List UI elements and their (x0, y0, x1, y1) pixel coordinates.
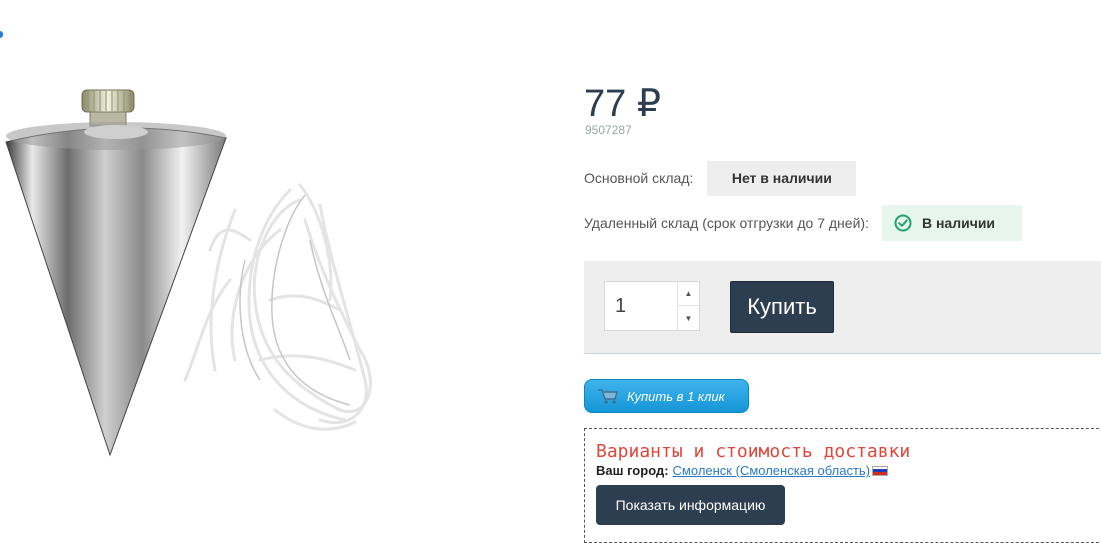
quantity-decrement-button[interactable]: ▼ (678, 306, 699, 330)
check-circle-icon (894, 214, 912, 232)
quantity-input[interactable] (605, 282, 679, 330)
buy-panel: ▲ ▼ Купить (584, 261, 1101, 354)
russia-flag-icon (872, 465, 889, 476)
remote-warehouse-row: Удаленный склад (срок отгрузки до 7 дней… (584, 205, 1022, 241)
main-warehouse-row: Основной склад: Нет в наличии (584, 160, 857, 196)
in-stock-label: В наличии (921, 215, 996, 231)
buy-one-click-button[interactable]: Купить в 1 клик (584, 379, 749, 413)
delivery-title: Варианты и стоимость доставки (596, 441, 911, 462)
buy-one-click-label: Купить в 1 клик (627, 388, 725, 404)
cart-icon (598, 389, 618, 404)
triangle-up-icon: ▲ (684, 289, 693, 298)
carousel-indicator (0, 31, 3, 38)
main-warehouse-label: Основной склад: (584, 170, 694, 186)
product-image[interactable] (0, 60, 400, 500)
out-of-stock-badge: Нет в наличии (707, 160, 857, 196)
quantity-spinner: ▲ ▼ (677, 282, 699, 330)
show-info-button[interactable]: Показать информацию (596, 485, 785, 525)
delivery-info-box: Варианты и стоимость доставки Ваш город:… (584, 428, 1101, 543)
remote-warehouse-label: Удаленный склад (срок отгрузки до 7 дней… (584, 215, 869, 231)
buy-button[interactable]: Купить (730, 281, 834, 333)
product-price: 77 ₽ (584, 83, 662, 125)
triangle-down-icon: ▼ (684, 313, 693, 323)
in-stock-badge: В наличии (881, 205, 1022, 241)
city-label: Ваш город: (596, 463, 669, 478)
quantity-increment-button[interactable]: ▲ (678, 282, 699, 306)
city-link[interactable]: Смоленск (Смоленская область) (673, 463, 870, 478)
product-sku: 9507287 (585, 123, 632, 137)
city-line: Ваш город: Смоленск (Смоленская область) (596, 463, 889, 478)
quantity-stepper: ▲ ▼ (604, 281, 700, 331)
